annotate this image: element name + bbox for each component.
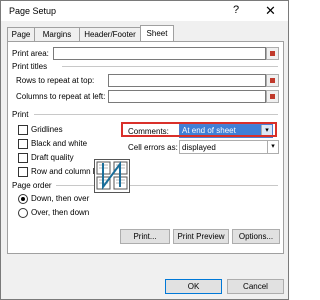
options-button[interactable]: Options... — [232, 229, 280, 244]
black-white-label: Black and white — [31, 139, 88, 148]
divider — [34, 114, 278, 115]
columns-repeat-collapse-icon[interactable] — [266, 90, 279, 103]
headings-checkbox[interactable] — [18, 167, 28, 177]
page-order-diagram — [94, 159, 130, 193]
divider — [62, 66, 278, 67]
sheet-panel: Print area: Print titles Rows to repeat … — [7, 41, 284, 254]
print-preview-button[interactable]: Print Preview — [173, 229, 229, 244]
page-order-heading: Page order — [12, 181, 52, 190]
page-order-preview-icon — [96, 160, 128, 191]
print-area-input[interactable] — [53, 47, 266, 60]
highlight-annotation — [121, 122, 277, 137]
close-icon[interactable]: ✕ — [265, 3, 276, 19]
tab-page[interactable]: Page — [7, 27, 35, 41]
cell-errors-label: Cell errors as: — [128, 143, 178, 152]
over-then-down-label: Over, then down — [31, 208, 90, 217]
rows-repeat-input[interactable] — [108, 74, 266, 87]
tab-margins[interactable]: Margins — [34, 27, 80, 41]
over-then-down-radio[interactable] — [18, 208, 28, 218]
rows-repeat-collapse-icon[interactable] — [266, 74, 279, 87]
down-then-over-radio[interactable] — [18, 194, 28, 204]
ok-button[interactable]: OK — [165, 279, 222, 294]
title-bar: Page Setup ? ✕ — [1, 1, 288, 21]
cancel-button[interactable]: Cancel — [227, 279, 284, 294]
tab-sheet[interactable]: Sheet — [140, 25, 174, 42]
print-area-label: Print area: — [12, 49, 49, 58]
tab-header-footer[interactable]: Header/Footer — [79, 27, 141, 41]
gridlines-checkbox[interactable] — [18, 125, 28, 135]
print-heading: Print — [12, 110, 29, 119]
help-icon[interactable]: ? — [233, 4, 239, 16]
black-white-checkbox[interactable] — [18, 139, 28, 149]
print-titles-heading: Print titles — [12, 62, 48, 71]
chevron-down-icon: ▾ — [267, 141, 278, 153]
down-then-over-label: Down, then over — [31, 194, 90, 203]
draft-quality-checkbox[interactable] — [18, 153, 28, 163]
print-button[interactable]: Print... — [120, 229, 170, 244]
draft-quality-label: Draft quality — [31, 153, 74, 162]
divider — [56, 185, 278, 186]
dialog-title: Page Setup — [9, 6, 57, 16]
columns-repeat-input[interactable] — [108, 90, 266, 103]
page-setup-dialog: Page Setup ? ✕ Page Margins Header/Foote… — [0, 0, 289, 300]
rows-repeat-label: Rows to repeat at top: — [16, 76, 95, 85]
cell-errors-value: displayed — [182, 143, 216, 152]
print-area-collapse-icon[interactable] — [266, 47, 279, 60]
gridlines-label: Gridlines — [31, 125, 63, 134]
cell-errors-dropdown[interactable]: displayed ▾ — [179, 140, 279, 154]
columns-repeat-label: Columns to repeat at left: — [16, 92, 106, 101]
